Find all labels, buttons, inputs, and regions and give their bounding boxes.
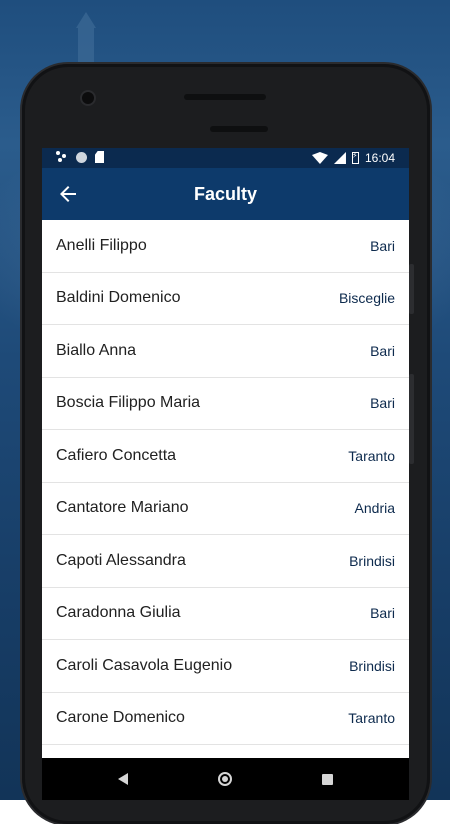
- back-triangle-icon: [118, 773, 128, 785]
- app-bar: Faculty: [42, 168, 409, 220]
- faculty-city: Brindisi: [349, 552, 395, 569]
- faculty-city: Bisceglie: [338, 290, 395, 307]
- assistant-icon: [56, 151, 68, 163]
- faculty-name: Caradonna Giulia: [56, 604, 181, 622]
- circle-icon: [76, 151, 87, 163]
- faculty-name: Cantatore Mariano: [56, 499, 189, 517]
- list-item[interactable]: Caroli Casavola Eugenio Brindisi: [42, 640, 409, 693]
- home-circle-icon: [218, 772, 232, 786]
- list-item[interactable]: Cafiero Concetta Taranto: [42, 430, 409, 483]
- arrow-left-icon: [60, 186, 76, 202]
- faculty-name: Baldini Domenico: [56, 289, 181, 307]
- list-item[interactable]: Capoti Alessandra Brindisi: [42, 535, 409, 588]
- faculty-name: Capoti Alessandra: [56, 551, 186, 569]
- faculty-city: Bari: [370, 395, 395, 412]
- speaker-grille: [210, 126, 268, 132]
- earpiece-speaker: [184, 94, 266, 100]
- list-item[interactable]: Carone Domenico Taranto: [42, 692, 409, 745]
- nav-recents-button[interactable]: [316, 768, 338, 790]
- wifi-icon: [311, 152, 328, 164]
- screen: 16:04 Faculty Anelli Filippo Bari Baldin…: [42, 148, 409, 800]
- recents-square-icon: [321, 773, 333, 785]
- faculty-city: Bari: [370, 237, 395, 254]
- signal-icon: [333, 152, 346, 164]
- list-item[interactable]: Anelli Filippo Bari: [42, 220, 409, 273]
- faculty-city: Bari: [370, 605, 395, 622]
- list-item[interactable]: Baldini Domenico Bisceglie: [42, 272, 409, 325]
- front-camera: [82, 92, 94, 104]
- system-nav-bar: [42, 758, 409, 800]
- nav-back-button[interactable]: [112, 768, 134, 790]
- faculty-list: Anelli Filippo Bari Baldini Domenico Bis…: [42, 220, 409, 798]
- list-item[interactable]: Caradonna Giulia Bari: [42, 587, 409, 640]
- faculty-name: Boscia Filippo Maria: [56, 394, 201, 412]
- faculty-name: Biallo Anna: [56, 341, 137, 359]
- back-button[interactable]: [52, 178, 84, 210]
- faculty-name: Caroli Casavola Eugenio: [56, 656, 233, 674]
- status-left-icons: [56, 151, 104, 163]
- list-item[interactable]: Biallo Anna Bari: [42, 325, 409, 378]
- battery-charging-icon: [351, 151, 359, 164]
- faculty-name: Carone Domenico: [56, 709, 185, 727]
- faculty-city: Andria: [354, 500, 395, 517]
- list-item[interactable]: Cantatore Mariano Andria: [42, 482, 409, 535]
- nav-home-button[interactable]: [214, 768, 236, 790]
- faculty-city: Bari: [370, 342, 395, 359]
- page-title: Faculty: [193, 184, 258, 204]
- faculty-name: Cafiero Concetta: [56, 446, 177, 464]
- volume-button: [409, 264, 414, 314]
- status-bar: 16:04: [42, 148, 409, 168]
- faculty-city: Taranto: [348, 447, 395, 464]
- faculty-name: Anelli Filippo: [56, 236, 147, 254]
- faculty-city: Taranto: [348, 710, 395, 727]
- list-item[interactable]: Boscia Filippo Maria Bari: [42, 377, 409, 430]
- power-button: [409, 374, 414, 464]
- status-right-icons: 16:04: [311, 151, 395, 165]
- sd-card-icon: [95, 151, 104, 163]
- status-time: 16:04: [364, 151, 395, 165]
- faculty-city: Brindisi: [349, 657, 395, 674]
